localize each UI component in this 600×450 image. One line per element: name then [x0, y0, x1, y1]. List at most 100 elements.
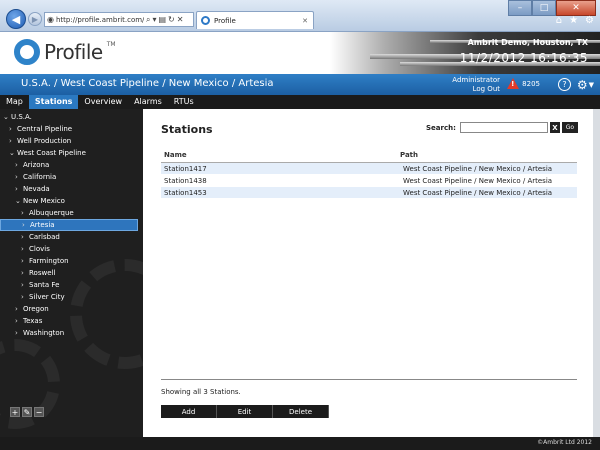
app-header: Profile TM Ambrit Demo, Houston, TX 11/2… [0, 32, 600, 74]
tree-item-label: Well Production [17, 137, 72, 145]
tree-item-arizona[interactable]: › Arizona [0, 159, 143, 171]
table-row[interactable]: Station1438 West Coast Pipeline / New Mex… [161, 175, 577, 187]
profile-logo[interactable]: Profile TM [14, 39, 116, 65]
tree-item-artesia[interactable]: › Artesia [0, 219, 138, 231]
edit-button[interactable]: Edit [217, 405, 273, 418]
tree-item-california[interactable]: › California [0, 171, 143, 183]
tree-item-santa-fe[interactable]: › Santa Fe [0, 279, 143, 291]
chevron-down-icon[interactable]: ⌄ [15, 195, 23, 207]
favorites-icon[interactable]: ★ [569, 15, 578, 26]
go-button[interactable]: Go [561, 122, 578, 133]
maximize-button[interactable]: □ [532, 0, 556, 16]
alarm-indicator[interactable]: ! 8205 [507, 78, 540, 89]
browser-tab[interactable]: Profile ✕ [196, 11, 314, 29]
chevron-down-icon[interactable]: ⌄ [9, 147, 17, 159]
tree-item-carlsbad[interactable]: › Carlsbad [0, 231, 143, 243]
tree-item-label: Texas [23, 317, 43, 325]
address-bar[interactable]: ◉ http://profile.ambrit.com/ ⌕ ▾ ▤ ↻ ✕ [44, 12, 194, 27]
current-datetime: 11/2/2012 16:16:35 [460, 51, 588, 65]
browser-chrome: – □ ✕ ◀ ▶ ◉ http://profile.ambrit.com/ ⌕… [0, 0, 600, 32]
tree-item-west-coast-pipeline[interactable]: ⌄ West Coast Pipeline [0, 147, 143, 159]
chevron-right-icon[interactable]: › [9, 123, 17, 135]
add-node-button[interactable]: + [10, 407, 20, 417]
settings-menu[interactable]: ⚙ ▼ [577, 78, 594, 92]
tree-item-u-s-a[interactable]: ⌄ U.S.A. [0, 111, 143, 123]
chevron-down-icon: ▼ [588, 81, 594, 89]
tree-item-label: Roswell [29, 269, 56, 277]
help-icon[interactable]: ? [558, 78, 571, 91]
chevron-right-icon[interactable]: › [15, 159, 23, 171]
clear-search-button[interactable]: X [549, 122, 560, 133]
tree-item-oregon[interactable]: › Oregon [0, 303, 143, 315]
tree-item-new-mexico[interactable]: ⌄ New Mexico [0, 195, 143, 207]
tree-item-farmington[interactable]: › Farmington [0, 255, 143, 267]
tree-item-clovis[interactable]: › Clovis [0, 243, 143, 255]
dropdown-icon[interactable]: ▾ [152, 15, 156, 24]
minimize-button[interactable]: – [508, 0, 532, 16]
tab-overview[interactable]: Overview [78, 95, 128, 109]
tools-gear-icon[interactable]: ⚙ [585, 15, 594, 26]
current-date: 11/2/2012 [459, 51, 526, 65]
chevron-right-icon[interactable]: › [21, 243, 29, 255]
compatibility-icon[interactable]: ▤ [158, 15, 166, 24]
search-input[interactable] [459, 122, 548, 133]
chevron-right-icon[interactable]: › [21, 279, 29, 291]
delete-button[interactable]: Delete [273, 405, 329, 418]
tree-item-well-production[interactable]: › Well Production [0, 135, 143, 147]
tree-item-label: Artesia [30, 221, 55, 229]
back-button[interactable]: ◀ [6, 9, 26, 29]
window-controls: – □ ✕ [508, 0, 596, 16]
browser-tools: ⌂ ★ ⚙ [556, 15, 594, 26]
chevron-right-icon[interactable]: › [15, 315, 23, 327]
tab-alarms[interactable]: Alarms [128, 95, 168, 109]
address-url[interactable]: http://profile.ambrit.com/ [56, 16, 144, 24]
chevron-down-icon[interactable]: ⌄ [3, 111, 11, 123]
home-icon[interactable]: ⌂ [556, 15, 562, 26]
tab-title: Profile [214, 16, 236, 25]
profile-favicon-icon [201, 16, 210, 25]
chevron-right-icon[interactable]: › [21, 255, 29, 267]
tree-item-central-pipeline[interactable]: › Central Pipeline [0, 123, 143, 135]
chevron-right-icon[interactable]: › [21, 207, 29, 219]
chevron-right-icon[interactable]: › [15, 183, 23, 195]
tree-item-texas[interactable]: › Texas [0, 315, 143, 327]
tree-item-label: Washington [23, 329, 65, 337]
table-row[interactable]: Station1417 West Coast Pipeline / New Mex… [161, 163, 577, 175]
page-title: Stations [161, 123, 213, 136]
column-header-path[interactable]: Path [397, 151, 577, 159]
station-name: Station1438 [164, 176, 207, 185]
tab-close-icon[interactable]: ✕ [302, 17, 308, 25]
tree-item-albuquerque[interactable]: › Albuquerque [0, 207, 143, 219]
chevron-right-icon[interactable]: › [22, 219, 30, 231]
remove-node-button[interactable]: − [34, 407, 44, 417]
logout-link[interactable]: Log Out [452, 85, 500, 94]
column-header-name[interactable]: Name [161, 151, 397, 159]
chevron-right-icon[interactable]: › [21, 291, 29, 303]
tree-item-label: New Mexico [23, 197, 65, 205]
alarm-warning-icon: ! [507, 78, 520, 89]
edit-node-button[interactable]: ✎ [22, 407, 32, 417]
tree-item-silver-city[interactable]: › Silver City [0, 291, 143, 303]
stop-icon[interactable]: ✕ [177, 15, 184, 24]
close-window-button[interactable]: ✕ [556, 0, 596, 16]
chevron-right-icon[interactable]: › [9, 135, 17, 147]
search-icon[interactable]: ⌕ [146, 15, 150, 25]
chevron-right-icon[interactable]: › [15, 171, 23, 183]
chevron-right-icon[interactable]: › [15, 327, 23, 339]
tab-stations[interactable]: Stations [28, 95, 79, 109]
tree-item-roswell[interactable]: › Roswell [0, 267, 143, 279]
tree-item-washington[interactable]: › Washington [0, 327, 143, 339]
chevron-right-icon[interactable]: › [15, 303, 23, 315]
forward-button[interactable]: ▶ [28, 12, 42, 26]
scrollbar-track[interactable] [593, 109, 600, 437]
tree-item-nevada[interactable]: › Nevada [0, 183, 143, 195]
showing-count: Showing all 3 Stations. [161, 388, 241, 396]
table-row[interactable]: Station1453 West Coast Pipeline / New Mex… [161, 187, 577, 199]
chevron-right-icon[interactable]: › [21, 267, 29, 279]
refresh-icon[interactable]: ↻ [168, 15, 175, 24]
sidebar: ⌄ U.S.A. › Central Pipeline › Well Production… [0, 109, 143, 437]
add-button[interactable]: Add [161, 405, 217, 418]
chevron-right-icon[interactable]: › [21, 231, 29, 243]
tab-map[interactable]: Map [0, 95, 29, 109]
tab-rtus[interactable]: RTUs [168, 95, 200, 109]
